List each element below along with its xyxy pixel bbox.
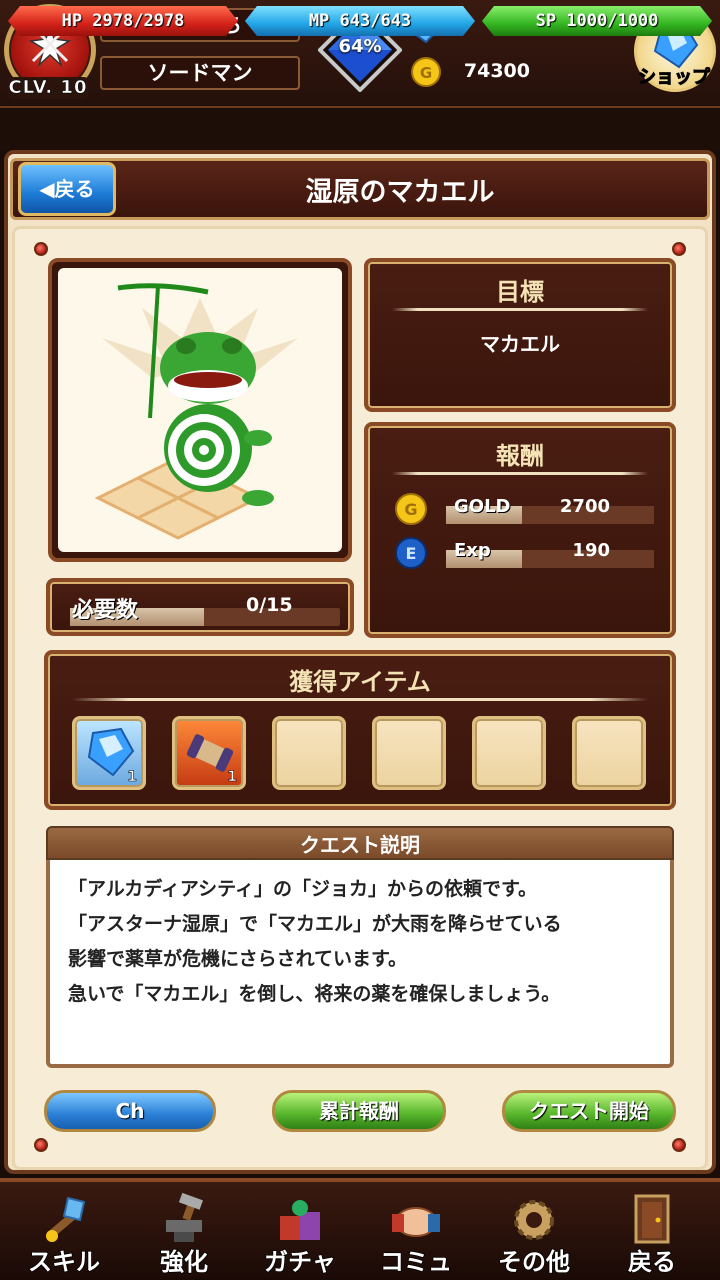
nav-label: ガチャ (263, 1247, 336, 1277)
divider (392, 308, 648, 311)
nav-label: 強化 (159, 1247, 209, 1277)
nav-label: 戻る (627, 1247, 677, 1277)
item-slot[interactable]: 1 (72, 716, 146, 790)
items-heading: 獲得アイテム (289, 668, 431, 696)
required-label: 必要数 (72, 598, 139, 623)
quest-start-button[interactable]: クエスト開始 (502, 1090, 676, 1132)
back-button[interactable]: ◀戻る (18, 162, 116, 216)
svg-text:E: E (406, 544, 417, 563)
svg-text:G: G (420, 64, 432, 82)
nav-community[interactable]: コミュ (360, 1186, 472, 1278)
reward-row-exp: E Exp 190 (394, 536, 656, 572)
description-line: 「アルカディアシティ」の「ジョカ」からの依頼です。 (68, 878, 538, 900)
divider (392, 472, 648, 475)
corner-gem-icon (34, 1138, 48, 1152)
description-heading: クエスト説明 (46, 826, 674, 860)
gear-icon (514, 1200, 554, 1240)
description-line: 「アスターナ湿原」で「マカエル」が大雨を降らせている (68, 913, 562, 935)
target-heading: 目標 (496, 278, 544, 306)
corner-gem-icon (672, 242, 686, 256)
reward-value: 2700 (559, 496, 610, 517)
reward-row-gold: G GOLD 2700 (394, 492, 656, 528)
gold-coin-icon: G (395, 493, 427, 525)
gold-counter: G 74300 (410, 56, 620, 90)
nav-other[interactable]: その他 (478, 1186, 590, 1278)
mp-bar: MP 643/643 (245, 6, 475, 36)
reward-value: 190 (572, 540, 610, 561)
nav-enhance[interactable]: 強化 (128, 1186, 240, 1278)
shop-label[interactable]: ショップ (628, 63, 720, 89)
item-slot-empty[interactable] (272, 716, 346, 790)
stat-bars (0, 108, 720, 150)
page-title: 湿原のマカエル (305, 177, 495, 208)
sp-bar: SP 1000/1000 (482, 6, 712, 36)
nav-label: スキル (27, 1247, 101, 1277)
item-qty: 1 (227, 769, 237, 786)
anvil-icon (166, 1192, 203, 1242)
description-body: 「アルカディアシティ」の「ジョカ」からの依頼です。 「アスターナ湿原」で「マカエ… (46, 860, 674, 1068)
corner-gem-icon (672, 1138, 686, 1152)
nav-label: その他 (497, 1247, 571, 1277)
exp-percent: 64% (338, 36, 382, 57)
ch-button[interactable]: Ch (44, 1090, 216, 1132)
item-slot-empty[interactable] (572, 716, 646, 790)
door-icon (634, 1194, 670, 1244)
frog-monster-image (94, 283, 298, 540)
item-slot-empty[interactable] (472, 716, 546, 790)
description-line: 急いで「マカエル」を倒し、将来の薬を確保しましょう。 (68, 983, 561, 1005)
nav-skill[interactable]: スキル (8, 1186, 120, 1278)
gacha-items-icon (280, 1200, 320, 1240)
nav-label: コミュ (379, 1247, 453, 1277)
player-level: CLV. 10 (8, 77, 88, 99)
nav-back[interactable]: 戻る (596, 1186, 708, 1278)
item-qty: 1 (127, 769, 137, 786)
reward-heading: 報酬 (496, 442, 544, 470)
svg-text:G: G (404, 500, 417, 519)
player-job: ソードマン (100, 56, 300, 90)
target-name: マカエル (480, 332, 560, 356)
required-value: 0/15 (246, 594, 293, 616)
reward-label: GOLD (454, 496, 511, 517)
reward-label: Exp (454, 540, 491, 561)
handshake-icon (392, 1207, 440, 1237)
description-line: 影響で薬草が危機にさらされています。 (68, 948, 408, 970)
corner-gem-icon (34, 242, 48, 256)
gold-count: 74300 (463, 60, 530, 82)
item-slot-empty[interactable] (372, 716, 446, 790)
item-slot[interactable]: 1 (172, 716, 246, 790)
exp-coin-icon: E (395, 537, 427, 569)
skill-hammer-icon (46, 1196, 86, 1242)
gold-coin-icon: G (411, 57, 441, 87)
hp-bar: HP 2978/2978 (8, 6, 238, 36)
total-reward-button[interactable]: 累計報酬 (272, 1090, 446, 1132)
monster-portrait (58, 268, 342, 552)
divider (72, 698, 648, 701)
nav-gacha[interactable]: ガチャ (244, 1186, 356, 1278)
